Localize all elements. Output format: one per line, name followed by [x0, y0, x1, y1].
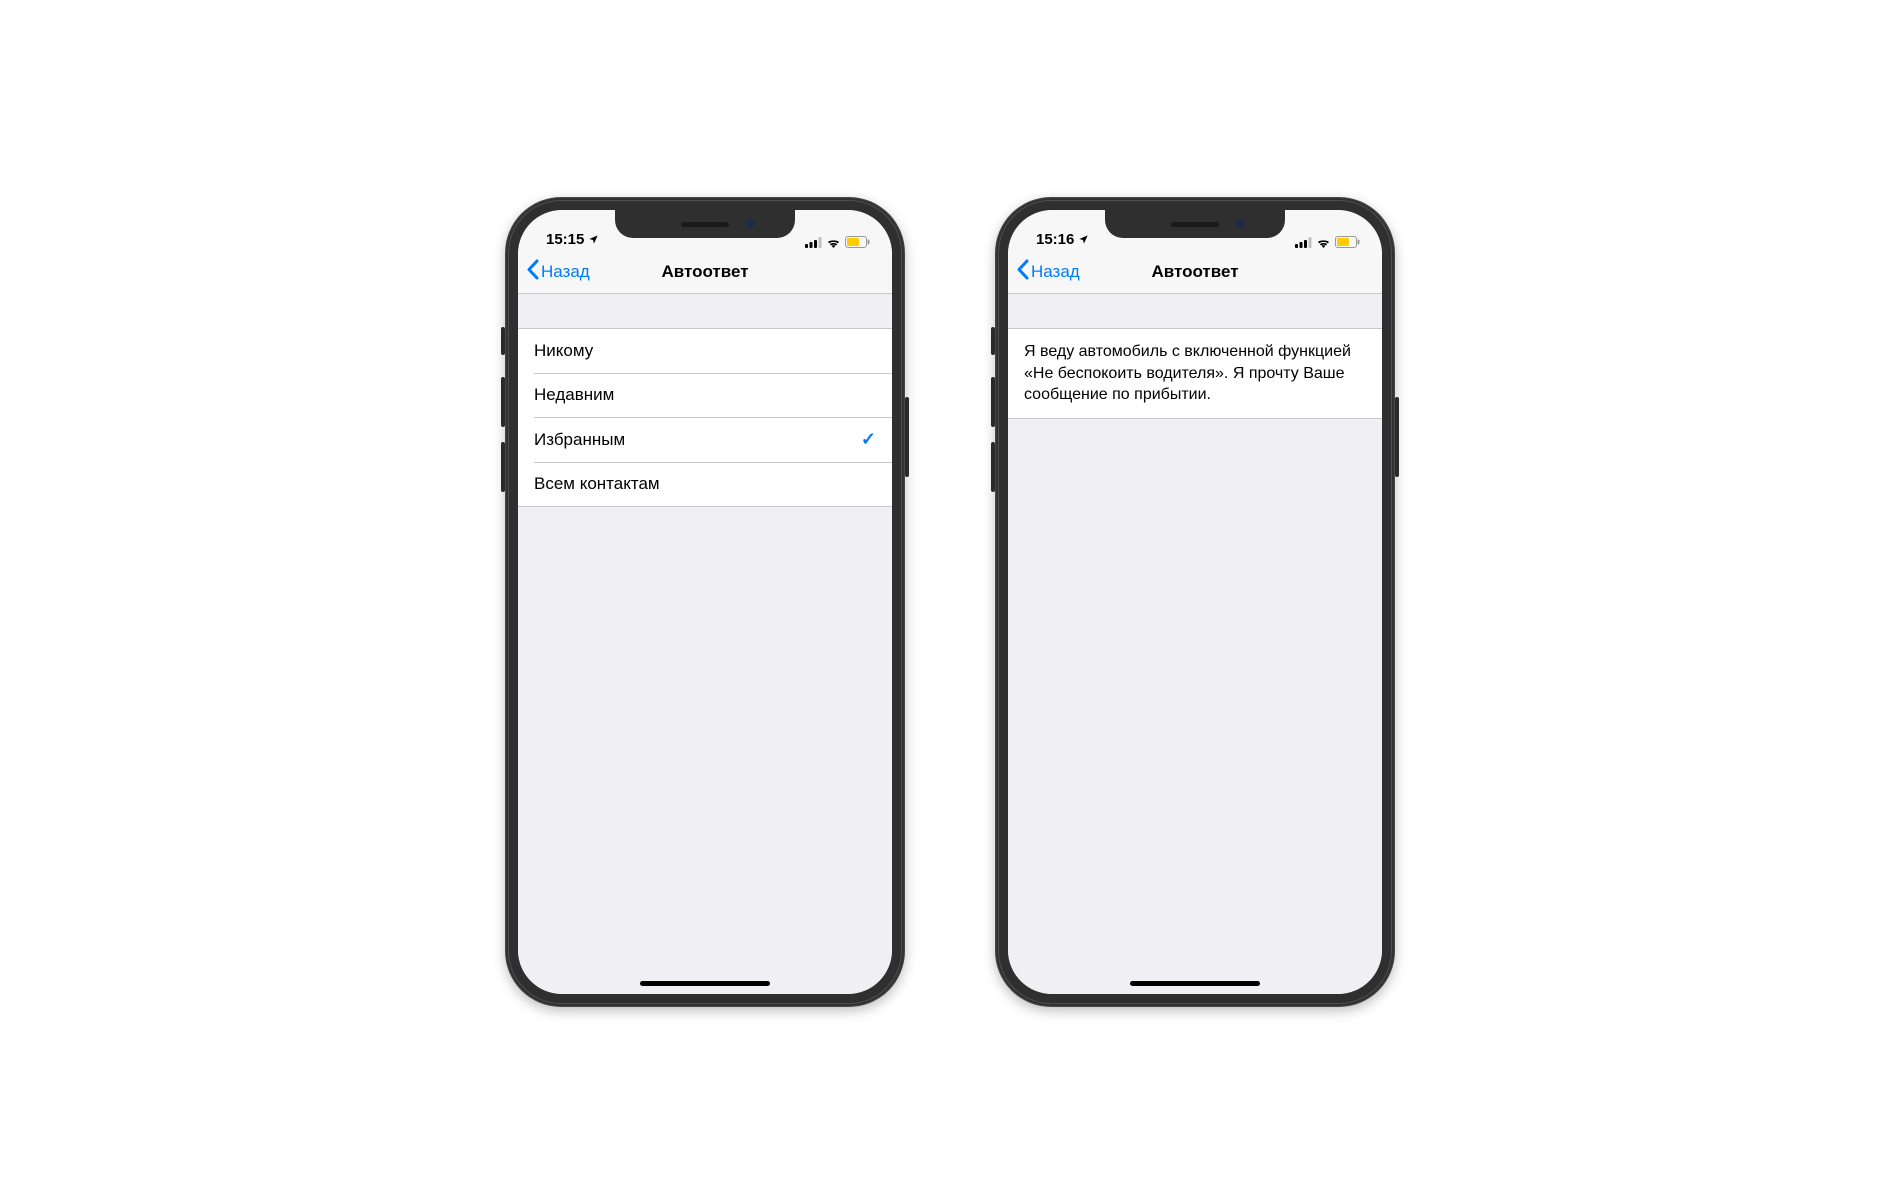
notch: [1105, 210, 1285, 238]
front-camera: [1236, 219, 1245, 228]
power-button[interactable]: [1395, 397, 1399, 477]
back-label: Назад: [1031, 262, 1080, 282]
phone-right: 15:16 На: [995, 197, 1395, 1007]
wifi-icon: [826, 237, 841, 248]
option-favorites[interactable]: Избранным ✓: [518, 417, 892, 462]
status-time: 15:16: [1036, 231, 1074, 248]
options-group: Никому Недавним Избранным ✓ Всем контакт…: [518, 328, 892, 507]
chevron-left-icon: [1016, 259, 1029, 285]
power-button[interactable]: [905, 397, 909, 477]
phone-left: 15:15 На: [505, 197, 905, 1007]
location-icon: [588, 234, 599, 245]
wifi-icon: [1316, 237, 1331, 248]
nav-bar: Назад Автоответ: [518, 250, 892, 294]
cellular-signal-icon: [1295, 237, 1312, 248]
screen-right: 15:16 На: [1008, 210, 1382, 994]
nav-bar: Назад Автоответ: [1008, 250, 1382, 294]
option-label: Избранным: [534, 430, 625, 450]
content-area: Я веду автомобиль с включенной функцией …: [1008, 294, 1382, 994]
option-label: Никому: [534, 341, 593, 361]
battery-icon: [1335, 236, 1360, 248]
status-time: 15:15: [546, 231, 584, 248]
volume-down-button[interactable]: [501, 442, 505, 492]
volume-down-button[interactable]: [991, 442, 995, 492]
volume-up-button[interactable]: [501, 377, 505, 427]
checkmark-icon: ✓: [861, 429, 876, 450]
auto-reply-message[interactable]: Я веду автомобиль с включенной функцией …: [1008, 328, 1382, 419]
speaker: [681, 222, 729, 227]
mute-switch[interactable]: [501, 327, 505, 355]
option-recents[interactable]: Недавним: [518, 373, 892, 417]
option-label: Всем контактам: [534, 474, 660, 494]
screen-left: 15:15 На: [518, 210, 892, 994]
cellular-signal-icon: [805, 237, 822, 248]
volume-up-button[interactable]: [991, 377, 995, 427]
auto-reply-text: Я веду автомобиль с включенной функцией …: [1024, 343, 1351, 403]
location-icon: [1078, 234, 1089, 245]
back-label: Назад: [541, 262, 590, 282]
battery-icon: [845, 236, 870, 248]
notch: [615, 210, 795, 238]
option-none[interactable]: Никому: [518, 329, 892, 373]
chevron-left-icon: [526, 259, 539, 285]
option-all-contacts[interactable]: Всем контактам: [518, 462, 892, 506]
speaker: [1171, 222, 1219, 227]
back-button[interactable]: Назад: [1016, 259, 1080, 285]
front-camera: [746, 219, 755, 228]
mute-switch[interactable]: [991, 327, 995, 355]
home-indicator[interactable]: [1130, 981, 1260, 986]
content-area: Никому Недавним Избранным ✓ Всем контакт…: [518, 294, 892, 994]
back-button[interactable]: Назад: [526, 259, 590, 285]
option-label: Недавним: [534, 385, 614, 405]
home-indicator[interactable]: [640, 981, 770, 986]
